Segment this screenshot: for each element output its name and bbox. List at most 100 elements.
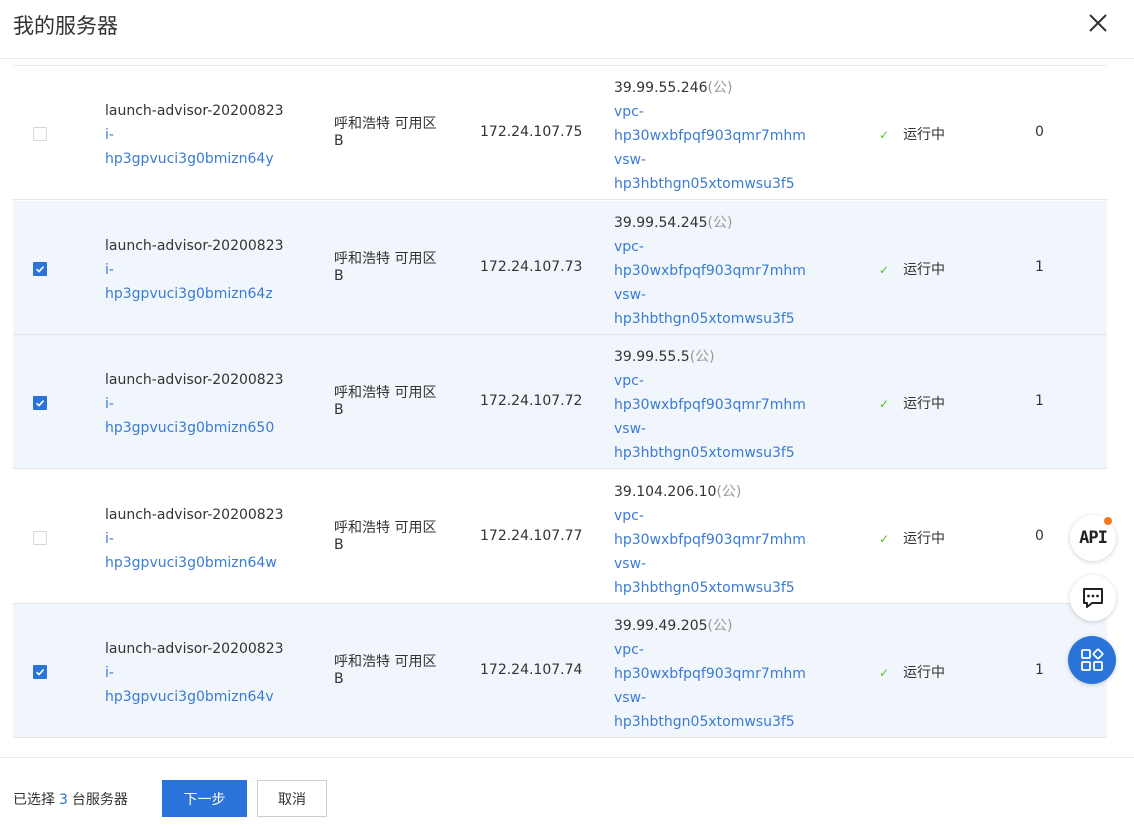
- vpc-link[interactable]: hp30wxbfpqf903qmr7mhm: [614, 662, 806, 686]
- instance-name: launch-advisor-20200823: [105, 103, 284, 119]
- vpc-link[interactable]: hp30wxbfpqf903qmr7mhm: [614, 393, 806, 417]
- status-text: 运行中: [903, 261, 946, 278]
- network-cell: 39.99.55.5(公) vpc-hp30wxbfpqf903qmr7mhm vs…: [614, 345, 806, 465]
- dialog-title: 我的服务器: [13, 14, 118, 38]
- public-ip-value: 39.99.55.246: [614, 80, 708, 96]
- api-label: API: [1079, 528, 1108, 548]
- status-text: 运行中: [903, 665, 946, 681]
- table-row[interactable]: launch-advisor-20200823 i-hp3gpvuci3g0bmi…: [13, 200, 1107, 335]
- status-cell: ✓ 运行中: [879, 124, 945, 144]
- vpc-link[interactable]: hp30wxbfpqf903qmr7mhm: [614, 259, 806, 283]
- cancel-button[interactable]: 取消: [257, 780, 327, 817]
- table-row[interactable]: launch-advisor-20200823 i-hp3gpvuci3g0bmi…: [13, 604, 1107, 738]
- public-ip-value: 39.104.206.10: [614, 483, 717, 500]
- row-checkbox[interactable]: [33, 127, 47, 141]
- vsw-prefix-link[interactable]: vsw-: [614, 148, 806, 172]
- chat-icon: [1083, 588, 1103, 608]
- instance-name: launch-advisor-20200823: [105, 237, 284, 254]
- network-cell: 39.99.55.246(公) vpc-hp30wxbfpqf903qmr7mhm…: [614, 76, 806, 196]
- server-table: launch-advisor-20200823 i-hp3gpvuci3g0bmi…: [13, 65, 1107, 740]
- row-checkbox[interactable]: [33, 665, 47, 679]
- public-ip-tag: (公): [689, 349, 715, 365]
- instance-id-link[interactable]: hp3gpvuci3g0bmizn64y: [105, 147, 284, 171]
- row-checkbox[interactable]: [33, 396, 47, 410]
- count-cell: 1: [1035, 258, 1044, 275]
- instance-id-link[interactable]: hp3gpvuci3g0bmizn64z: [105, 282, 284, 306]
- instance-id-prefix-link[interactable]: i-: [105, 123, 284, 147]
- check-icon: [35, 265, 45, 273]
- public-ip-tag: (公): [707, 214, 733, 231]
- next-step-button[interactable]: 下一步: [162, 780, 247, 817]
- table-row[interactable]: launch-advisor-20200823 i-hp3gpvuci3g0bmi…: [13, 469, 1107, 604]
- row-checkbox[interactable]: [33, 261, 47, 276]
- public-ip-tag: (公): [707, 80, 733, 96]
- network-cell: 39.99.54.245(公) vpc-hp30wxbfpqf903qmr7mhm…: [614, 211, 806, 331]
- instance-id-prefix-link[interactable]: i-: [105, 527, 284, 551]
- status-cell: ✓ 运行中: [879, 528, 945, 548]
- public-ip-value: 39.99.49.205: [614, 618, 708, 634]
- zone-cell: 呼和浩特 可用区B: [334, 519, 437, 553]
- vsw-prefix-link[interactable]: vsw-: [614, 686, 806, 710]
- vsw-link[interactable]: hp3hbthgn05xtomwsu3f5: [614, 307, 806, 331]
- check-status-icon: ✓: [879, 128, 890, 142]
- chat-button[interactable]: [1070, 575, 1116, 621]
- dialog-footer: 已选择 3 台服务器 下一步 取消: [0, 757, 1134, 829]
- instance-cell: launch-advisor-20200823 i-hp3gpvuci3g0bmi…: [105, 368, 284, 440]
- check-icon: [35, 669, 45, 676]
- zone-cell: 呼和浩特 可用区B: [334, 654, 437, 687]
- private-ip: 172.24.107.72: [480, 393, 583, 409]
- vsw-prefix-link[interactable]: vsw-: [614, 417, 806, 441]
- selection-prefix: 已选择: [13, 792, 55, 808]
- public-ip-tag: (公): [716, 483, 742, 500]
- public-ip: 39.99.54.245(公): [614, 211, 806, 235]
- count-cell: 1: [1035, 662, 1044, 678]
- vpc-link[interactable]: hp30wxbfpqf903qmr7mhm: [614, 528, 806, 552]
- vpc-prefix-link[interactable]: vpc-: [614, 638, 806, 662]
- status-text: 运行中: [903, 396, 946, 412]
- vsw-link[interactable]: hp3hbthgn05xtomwsu3f5: [614, 172, 806, 196]
- selection-summary: 已选择 3 台服务器: [13, 789, 128, 809]
- public-ip: 39.104.206.10(公): [614, 480, 806, 504]
- table-row[interactable]: launch-advisor-20200823 i-hp3gpvuci3g0bmi…: [13, 335, 1107, 469]
- network-cell: 39.104.206.10(公) vpc-hp30wxbfpqf903qmr7mh…: [614, 480, 806, 600]
- table-row[interactable]: launch-advisor-20200823 i-hp3gpvuci3g0bmi…: [13, 66, 1107, 200]
- vsw-link[interactable]: hp3hbthgn05xtomwsu3f5: [614, 576, 806, 600]
- instance-cell: launch-advisor-20200823 i-hp3gpvuci3g0bmi…: [105, 99, 284, 171]
- selection-suffix: 台服务器: [71, 792, 128, 808]
- public-ip: 39.99.49.205(公): [614, 614, 806, 638]
- check-status-icon: ✓: [879, 666, 890, 680]
- vpc-prefix-link[interactable]: vpc-: [614, 369, 806, 393]
- vsw-link[interactable]: hp3hbthgn05xtomwsu3f5: [614, 441, 806, 465]
- public-ip-tag: (公): [707, 618, 733, 634]
- instance-id-prefix-link[interactable]: i-: [105, 392, 284, 416]
- apps-button[interactable]: [1068, 636, 1116, 684]
- instance-id-prefix-link[interactable]: i-: [105, 661, 284, 685]
- dialog-header: 我的服务器: [0, 0, 1134, 59]
- instance-id-prefix-link[interactable]: i-: [105, 258, 284, 282]
- selection-count: 3: [59, 792, 68, 808]
- vsw-prefix-link[interactable]: vsw-: [614, 283, 806, 307]
- status-cell: ✓ 运行中: [879, 259, 945, 279]
- network-cell: 39.99.49.205(公) vpc-hp30wxbfpqf903qmr7mhm…: [614, 614, 806, 734]
- count-cell: 0: [1035, 527, 1044, 544]
- instance-name: launch-advisor-20200823: [105, 506, 284, 523]
- vpc-prefix-link[interactable]: vpc-: [614, 504, 806, 528]
- vsw-link[interactable]: hp3hbthgn05xtomwsu3f5: [614, 710, 806, 734]
- vpc-prefix-link[interactable]: vpc-: [614, 235, 806, 259]
- close-icon[interactable]: [1086, 11, 1110, 35]
- count-cell: 1: [1035, 393, 1044, 409]
- vpc-link[interactable]: hp30wxbfpqf903qmr7mhm: [614, 124, 806, 148]
- public-ip: 39.99.55.5(公): [614, 345, 806, 369]
- vsw-prefix-link[interactable]: vsw-: [614, 552, 806, 576]
- instance-id-link[interactable]: hp3gpvuci3g0bmizn64v: [105, 685, 284, 709]
- zone-cell: 呼和浩特 可用区B: [334, 116, 437, 149]
- vpc-prefix-link[interactable]: vpc-: [614, 100, 806, 124]
- zone-cell: 呼和浩特 可用区B: [334, 385, 437, 418]
- instance-id-link[interactable]: hp3gpvuci3g0bmizn650: [105, 416, 284, 440]
- instance-id-link[interactable]: hp3gpvuci3g0bmizn64w: [105, 551, 284, 575]
- instance-cell: launch-advisor-20200823 i-hp3gpvuci3g0bmi…: [105, 234, 284, 306]
- status-cell: ✓ 运行中: [879, 393, 945, 413]
- row-checkbox[interactable]: [33, 530, 47, 545]
- status-text: 运行中: [903, 127, 946, 143]
- public-ip-value: 39.99.54.245: [614, 214, 708, 231]
